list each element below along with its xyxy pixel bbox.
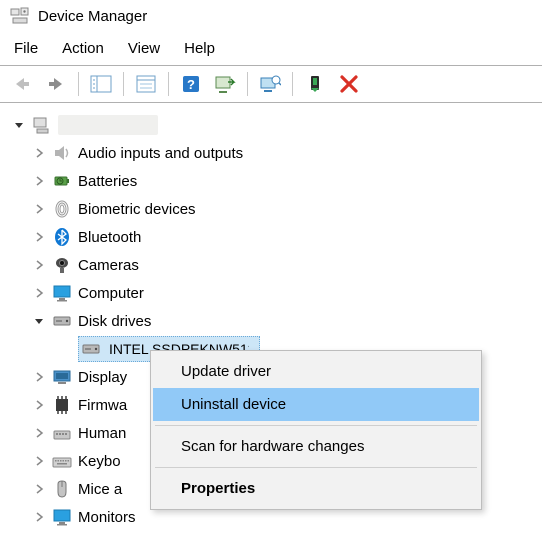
- context-menu: Update driver Uninstall device Scan for …: [150, 350, 482, 510]
- ctx-properties[interactable]: Properties: [153, 472, 479, 505]
- chevron-right-icon[interactable]: [32, 286, 46, 300]
- toolbar-disable-device-button[interactable]: [333, 70, 365, 98]
- svg-text:?: ?: [187, 77, 195, 92]
- tree-category-audio[interactable]: Audio inputs and outputs: [6, 139, 538, 167]
- chevron-right-icon[interactable]: [32, 426, 46, 440]
- chevron-right-icon[interactable]: [32, 202, 46, 216]
- menu-action[interactable]: Action: [62, 40, 104, 57]
- chevron-right-icon[interactable]: [32, 230, 46, 244]
- category-label: Monitors: [78, 509, 136, 526]
- toolbar-update-driver-button[interactable]: [254, 70, 286, 98]
- tree-category-biometric[interactable]: Biometric devices: [6, 195, 538, 223]
- chevron-right-icon[interactable]: [32, 398, 46, 412]
- root-computer-name: [58, 115, 158, 135]
- ctx-scan-hardware[interactable]: Scan for hardware changes: [153, 430, 479, 463]
- title-bar: Device Manager: [0, 0, 542, 34]
- ctx-separator: [155, 425, 477, 426]
- battery-icon: [52, 171, 72, 191]
- category-label: Human: [78, 425, 126, 442]
- disk-drive-icon: [81, 339, 101, 359]
- category-label: Bluetooth: [78, 229, 141, 246]
- window-title: Device Manager: [38, 8, 147, 25]
- category-label: Firmwa: [78, 397, 127, 414]
- mouse-icon: [52, 479, 72, 499]
- display-adapter-icon: [52, 367, 72, 387]
- menu-help[interactable]: Help: [184, 40, 215, 57]
- category-label: Biometric devices: [78, 201, 196, 218]
- toolbar-back-button[interactable]: [6, 70, 38, 98]
- computer-root-icon: [32, 115, 52, 135]
- category-label: Computer: [78, 285, 144, 302]
- toolbar-separator: [78, 72, 79, 96]
- ctx-separator: [155, 467, 477, 468]
- category-label: Keybo: [78, 453, 121, 470]
- chevron-right-icon[interactable]: [32, 482, 46, 496]
- firmware-chip-icon: [52, 395, 72, 415]
- speaker-icon: [52, 143, 72, 163]
- disk-drive-icon: [52, 311, 72, 331]
- bluetooth-icon: [52, 227, 72, 247]
- toolbar-help-button[interactable]: ?: [175, 70, 207, 98]
- menu-view[interactable]: View: [128, 40, 160, 57]
- chevron-right-icon[interactable]: [32, 258, 46, 272]
- category-label: Mice a: [78, 481, 122, 498]
- chevron-right-icon[interactable]: [32, 146, 46, 160]
- monitor-icon: [52, 283, 72, 303]
- tree-category-disk-drives[interactable]: Disk drives: [6, 307, 538, 335]
- ctx-uninstall-device[interactable]: Uninstall device: [153, 388, 479, 421]
- toolbar: ?: [0, 66, 542, 103]
- camera-icon: [52, 255, 72, 275]
- menu-bar: File Action View Help: [0, 34, 542, 65]
- toolbar-show-hide-tree-button[interactable]: [85, 70, 117, 98]
- category-label: Display: [78, 369, 127, 386]
- toolbar-scan-hardware-button[interactable]: [209, 70, 241, 98]
- category-label: Cameras: [78, 257, 139, 274]
- chevron-right-icon[interactable]: [32, 454, 46, 468]
- tree-root-computer[interactable]: [6, 111, 538, 139]
- chevron-right-icon[interactable]: [32, 174, 46, 188]
- toolbar-separator: [168, 72, 169, 96]
- toolbar-forward-button[interactable]: [40, 70, 72, 98]
- ctx-update-driver[interactable]: Update driver: [153, 355, 479, 388]
- menu-file[interactable]: File: [14, 40, 38, 57]
- monitor-icon: [52, 507, 72, 527]
- device-manager-app-icon: [10, 6, 30, 26]
- toolbar-separator: [292, 72, 293, 96]
- tree-category-batteries[interactable]: Batteries: [6, 167, 538, 195]
- chevron-right-icon[interactable]: [32, 510, 46, 524]
- toolbar-separator: [123, 72, 124, 96]
- chevron-right-icon[interactable]: [32, 370, 46, 384]
- hid-icon: [52, 423, 72, 443]
- chevron-down-icon[interactable]: [32, 314, 46, 328]
- toolbar-enable-device-button[interactable]: [299, 70, 331, 98]
- category-label: Disk drives: [78, 313, 151, 330]
- fingerprint-icon: [52, 199, 72, 219]
- category-label: Audio inputs and outputs: [78, 145, 243, 162]
- keyboard-icon: [52, 451, 72, 471]
- tree-category-cameras[interactable]: Cameras: [6, 251, 538, 279]
- tree-category-computer[interactable]: Computer: [6, 279, 538, 307]
- toolbar-separator: [247, 72, 248, 96]
- tree-category-bluetooth[interactable]: Bluetooth: [6, 223, 538, 251]
- chevron-down-icon[interactable]: [12, 118, 26, 132]
- toolbar-properties-button[interactable]: [130, 70, 162, 98]
- category-label: Batteries: [78, 173, 137, 190]
